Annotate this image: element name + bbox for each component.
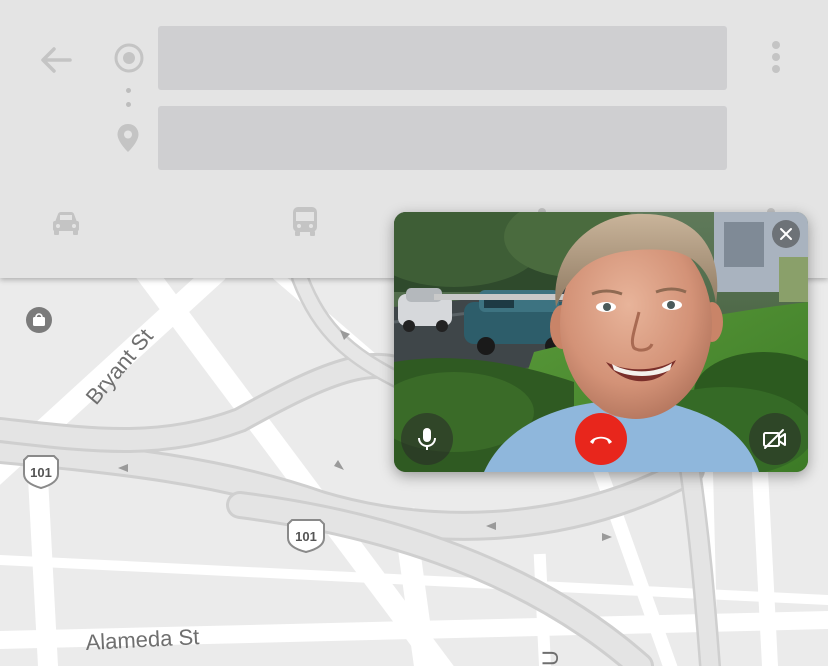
shield-number: 101 xyxy=(295,529,317,544)
mic-icon[interactable] xyxy=(401,413,453,465)
shopping-bag-icon[interactable] xyxy=(26,307,52,333)
bus-icon[interactable] xyxy=(290,205,320,239)
arrow-left-icon[interactable] xyxy=(36,40,76,80)
video-call-overlay[interactable] xyxy=(394,212,808,472)
destination-input[interactable] xyxy=(158,106,727,170)
car-icon[interactable] xyxy=(50,208,82,238)
close-icon[interactable] xyxy=(772,220,800,248)
origin-input[interactable] xyxy=(158,26,727,90)
route-dot xyxy=(126,88,131,93)
highway-shield-2: 101 xyxy=(287,519,325,554)
map-pin-icon xyxy=(116,123,140,153)
camera-off-icon[interactable] xyxy=(749,413,801,465)
shield-number: 101 xyxy=(30,465,52,480)
highway-shield-1: 101 xyxy=(23,455,59,490)
more-vert-icon[interactable] xyxy=(762,38,790,78)
hangup-icon[interactable] xyxy=(575,413,627,465)
route-dot xyxy=(126,102,131,107)
origin-circle-icon xyxy=(113,42,145,74)
street-label-partial: U xyxy=(538,650,563,666)
